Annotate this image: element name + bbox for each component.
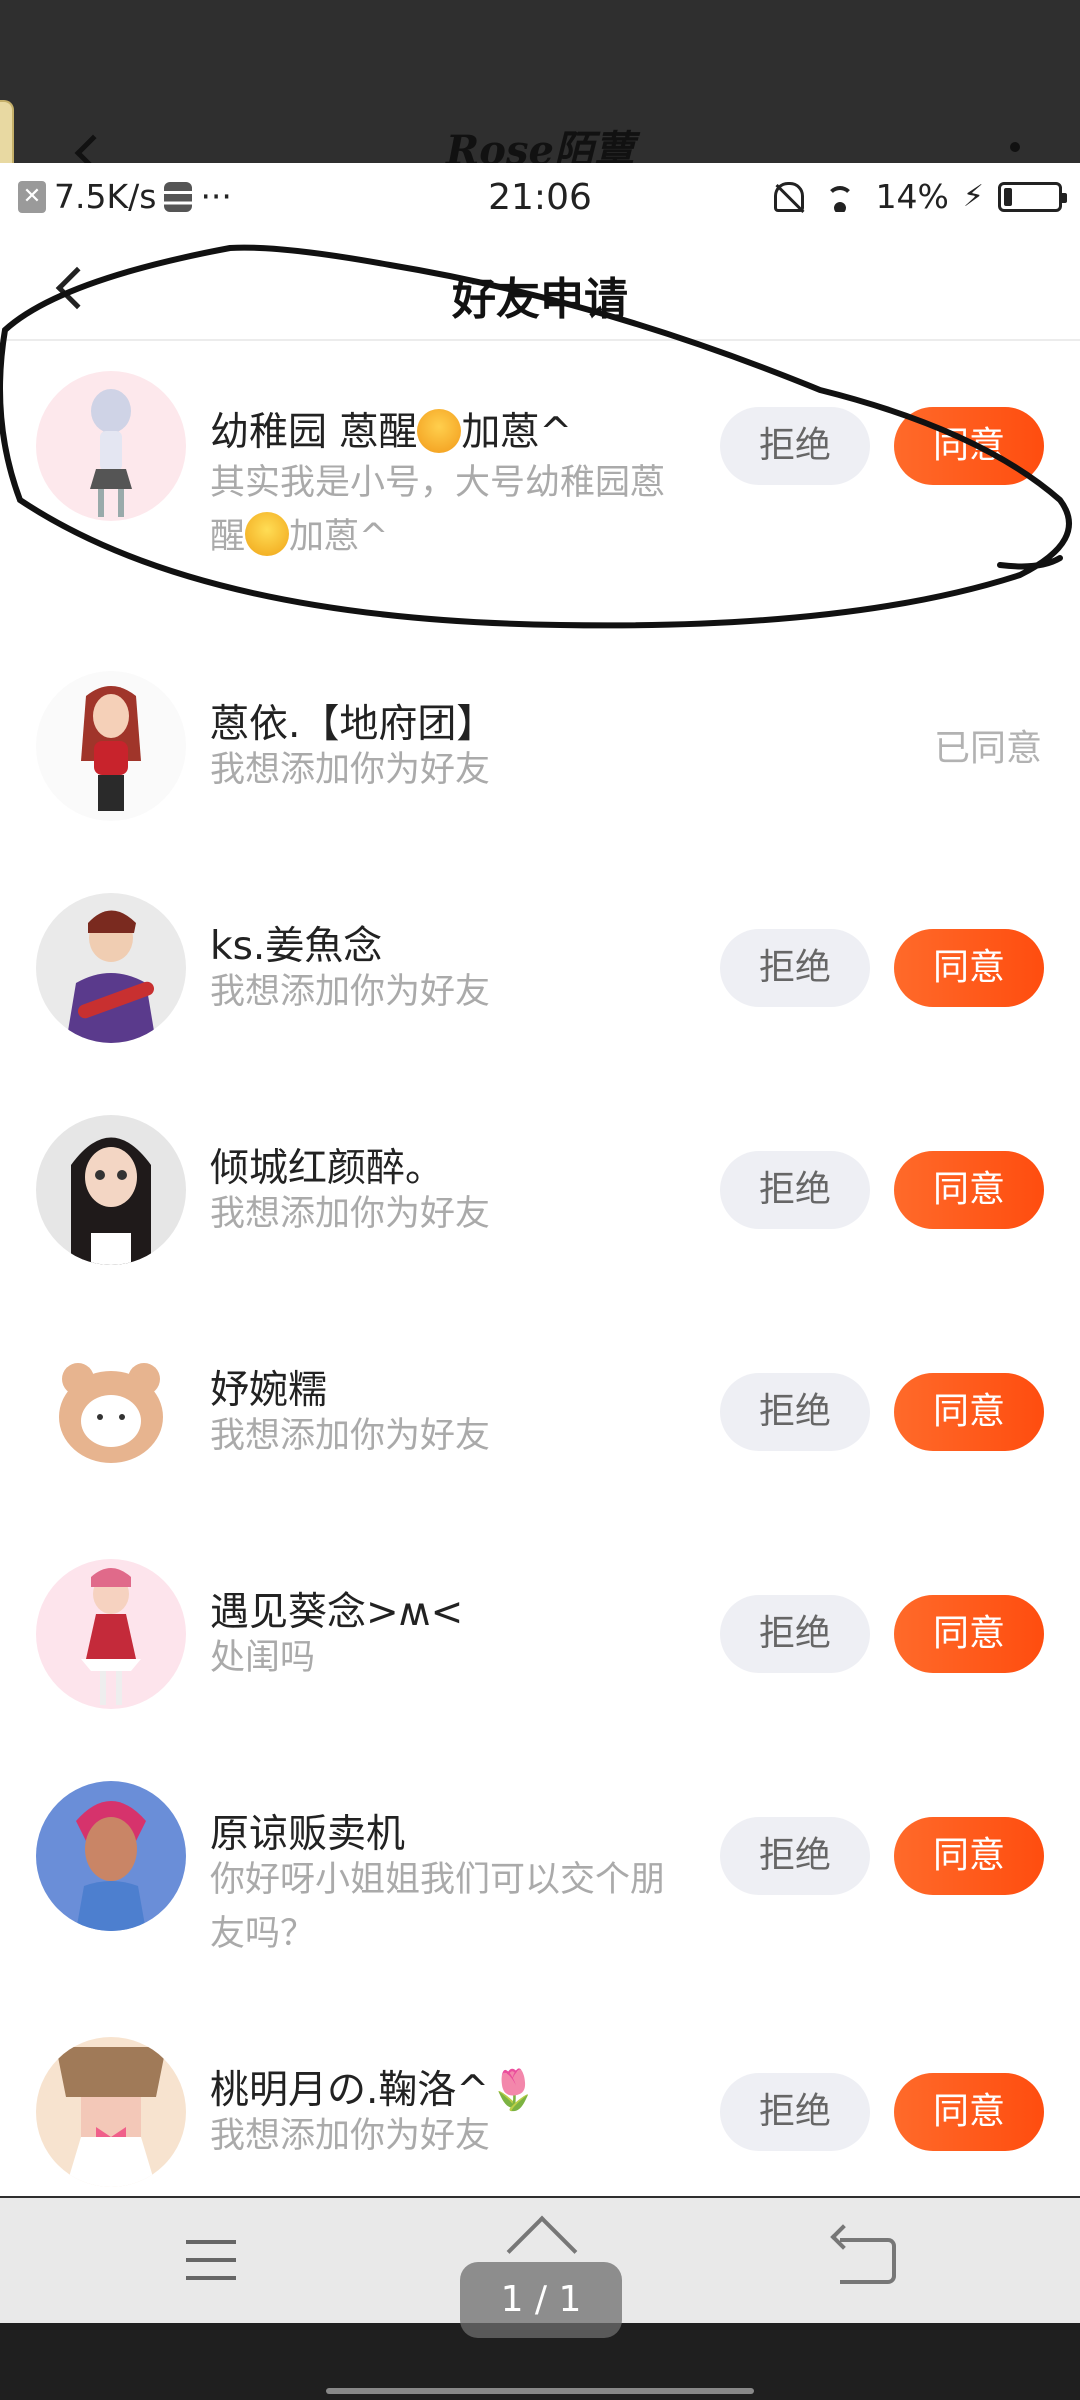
reject-button[interactable]: 拒绝 xyxy=(720,1817,870,1895)
avatar[interactable] xyxy=(36,371,186,521)
menu-icon[interactable] xyxy=(186,2240,236,2280)
requester-name: 幼稚园 蒽醒 加蒽^ xyxy=(210,409,573,455)
page-header: 好友申请 xyxy=(0,233,1080,341)
requester-name: 原谅贩卖机 xyxy=(210,1812,406,1857)
list-item[interactable]: 倾城红颜醉。 我想添加你为好友 拒绝 同意 xyxy=(0,1115,1080,1265)
avatar[interactable] xyxy=(36,893,186,1043)
page-indicator[interactable]: 1 / 1 xyxy=(460,2262,622,2338)
reject-button[interactable]: 拒绝 xyxy=(720,1595,870,1673)
tulip-icon: 🌷 xyxy=(489,2068,538,2113)
avatar[interactable] xyxy=(36,2037,186,2187)
list-item[interactable]: 幼稚园 蒽醒 加蒽^ 其实我是小号，大号幼稚园蒽醒 加蒽^ 拒绝 同意 xyxy=(0,371,1080,571)
avatar[interactable] xyxy=(36,1337,186,1487)
accept-button[interactable]: 同意 xyxy=(894,1595,1044,1673)
list-item[interactable]: ks.姜魚念 我想添加你为好友 拒绝 同意 xyxy=(0,893,1080,1043)
requester-name: 遇见葵念>ʍ< xyxy=(210,1590,464,1635)
angry-face-emoji-icon xyxy=(417,409,462,453)
muted-bell-icon xyxy=(773,181,804,212)
request-message: 处闺吗 xyxy=(210,1638,316,1678)
reject-button[interactable]: 拒绝 xyxy=(720,2073,870,2151)
reject-button[interactable]: 拒绝 xyxy=(720,407,870,485)
list-item[interactable]: 蒽依.【地府团】 我想添加你为好友 已同意 xyxy=(0,671,1080,821)
requester-name: 蒽依.【地府团】 xyxy=(210,702,496,747)
accept-button[interactable]: 同意 xyxy=(894,2073,1044,2151)
battery-percent: 14% xyxy=(875,177,949,216)
underlying-menu-icon xyxy=(1010,142,1020,152)
list-item[interactable]: 妤婉糯 我想添加你为好友 拒绝 同意 xyxy=(0,1337,1080,1487)
list-item[interactable]: 原谅贩卖机 你好呀小姐姐我们可以交个朋友吗？ 拒绝 同意 xyxy=(0,1781,1080,1981)
accepted-status: 已同意 xyxy=(933,728,1042,769)
accept-button[interactable]: 同意 xyxy=(894,929,1044,1007)
gesture-bar[interactable] xyxy=(326,2388,754,2394)
requester-name: 妤婉糯 xyxy=(210,1368,328,1413)
avatar[interactable] xyxy=(36,1559,186,1709)
accept-button[interactable]: 同意 xyxy=(894,407,1044,485)
request-message: 我想添加你为好友 xyxy=(210,1416,491,1456)
accept-button[interactable]: 同意 xyxy=(894,1817,1044,1895)
request-message: 我想添加你为好友 xyxy=(210,972,491,1012)
reject-button[interactable]: 拒绝 xyxy=(720,929,870,1007)
request-message: 其实我是小号，大号幼稚园蒽醒 加蒽^ xyxy=(210,463,666,557)
request-message: 你好呀小姐姐我们可以交个朋友吗？ xyxy=(210,1860,666,1954)
friend-requests-screen: ✕ 7.5K/s ··· 21:06 14% ⚡ 好友申请 幼稚园 蒽醒 加蒽^… xyxy=(0,163,1080,2196)
battery-icon xyxy=(998,181,1067,212)
status-bar: ✕ 7.5K/s ··· 21:06 14% ⚡ xyxy=(0,163,1080,233)
avatar[interactable] xyxy=(36,1115,186,1265)
reject-button[interactable]: 拒绝 xyxy=(720,1151,870,1229)
return-icon[interactable] xyxy=(840,2238,896,2284)
request-message: 我想添加你为好友 xyxy=(210,1194,491,1234)
list-item[interactable]: 遇见葵念>ʍ< 处闺吗 拒绝 同意 xyxy=(0,1559,1080,1709)
accept-button[interactable]: 同意 xyxy=(894,1373,1044,1451)
accept-button[interactable]: 同意 xyxy=(894,1151,1044,1229)
requester-name: 倾城红颜醉。 xyxy=(210,1146,445,1191)
requester-name: ks.姜魚念 xyxy=(210,924,383,969)
request-message: 我想添加你为好友 xyxy=(210,2116,491,2156)
page-title: 好友申请 xyxy=(452,274,628,325)
reject-button[interactable]: 拒绝 xyxy=(720,1373,870,1451)
requester-name: 桃明月の.鞠洛^🌷 xyxy=(210,2068,538,2113)
charging-icon: ⚡ xyxy=(962,179,984,214)
request-message: 我想添加你为好友 xyxy=(210,750,491,790)
list-item[interactable]: 桃明月の.鞠洛^🌷 我想添加你为好友 拒绝 同意 xyxy=(0,2037,1080,2187)
avatar[interactable] xyxy=(36,671,186,821)
crying-face-emoji-icon xyxy=(245,512,290,556)
avatar[interactable] xyxy=(36,1781,186,1931)
wifi-icon xyxy=(818,182,862,212)
